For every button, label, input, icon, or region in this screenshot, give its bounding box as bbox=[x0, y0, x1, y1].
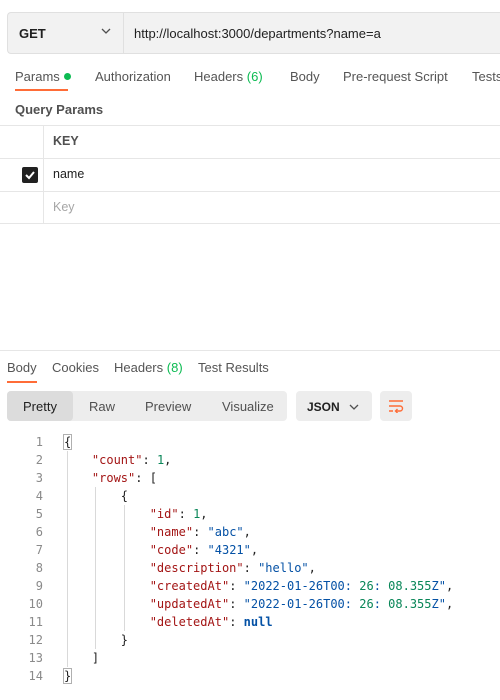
chevron-down-icon bbox=[349, 404, 359, 410]
code-text: "updatedAt": "2022-01-26T00: 26: 08.355Z… bbox=[149, 597, 454, 611]
line-number: 11 bbox=[28, 615, 43, 629]
code-text: "createdAt": "2022-01-26T00: 26: 08.355Z… bbox=[149, 579, 454, 593]
line-number: 7 bbox=[35, 543, 43, 557]
wrap-lines-icon bbox=[389, 400, 404, 413]
line-number: 5 bbox=[35, 507, 43, 521]
code-line: 6 "name": "abc", bbox=[0, 523, 500, 541]
raw-button[interactable]: Raw bbox=[89, 399, 115, 414]
column-divider bbox=[43, 126, 44, 158]
query-params-title: Query Params bbox=[15, 102, 104, 117]
line-number: 14 bbox=[28, 669, 43, 683]
code-line: 13 ] bbox=[0, 649, 500, 667]
code-text: } bbox=[63, 668, 73, 684]
code-line: 3 "rows": [ bbox=[0, 469, 500, 487]
column-divider bbox=[43, 192, 44, 223]
code-text: "code": "4321", bbox=[149, 543, 259, 557]
line-number: 4 bbox=[35, 489, 43, 503]
url-input[interactable]: http://localhost:3000/departments?name=a bbox=[124, 13, 500, 53]
line-number: 10 bbox=[28, 597, 43, 611]
response-tabs: Body Cookies Headers (8) Test Results bbox=[0, 358, 500, 382]
code-text: { bbox=[63, 434, 73, 450]
url-text: http://localhost:3000/departments?name=a bbox=[134, 25, 381, 41]
active-tab-underline bbox=[15, 89, 68, 91]
response-tab-cookies[interactable]: Cookies bbox=[52, 360, 99, 375]
indent-guide bbox=[95, 487, 96, 649]
pretty-button[interactable]: Pretty bbox=[23, 399, 57, 414]
param-checkbox[interactable] bbox=[22, 167, 38, 183]
code-text: "rows": [ bbox=[91, 471, 157, 485]
response-headers-count: (8) bbox=[166, 360, 183, 375]
response-tab-headers[interactable]: Headers (8) bbox=[114, 360, 183, 375]
tab-params-label: Params bbox=[15, 69, 60, 84]
code-text: "count": 1, bbox=[91, 453, 172, 467]
wrap-lines-button[interactable] bbox=[380, 391, 412, 421]
line-number: 2 bbox=[35, 453, 43, 467]
code-line: 14} bbox=[0, 667, 500, 685]
code-text: "description": "hello", bbox=[149, 561, 316, 575]
new-key-input[interactable]: Key bbox=[53, 200, 75, 214]
preview-button[interactable]: Preview bbox=[145, 399, 191, 414]
response-tab-headers-label: Headers bbox=[114, 360, 164, 375]
code-line: 2 "count": 1, bbox=[0, 451, 500, 469]
response-tab-body[interactable]: Body bbox=[7, 360, 37, 375]
code-line: 5 "id": 1, bbox=[0, 505, 500, 523]
line-number: 12 bbox=[28, 633, 43, 647]
request-tabs: Params Authorization Headers (6) Body Pr… bbox=[0, 64, 500, 90]
tab-body[interactable]: Body bbox=[290, 69, 320, 84]
line-number: 6 bbox=[35, 525, 43, 539]
code-line: 9 "createdAt": "2022-01-26T00: 26: 08.35… bbox=[0, 577, 500, 595]
key-column-header: KEY bbox=[53, 134, 79, 148]
line-number: 13 bbox=[28, 651, 43, 665]
code-text: "name": "abc", bbox=[149, 525, 251, 539]
column-divider bbox=[43, 159, 44, 191]
response-body-viewer[interactable]: 1{2 "count": 1, 3 "rows": [4 {5 "id": 1, 6… bbox=[0, 433, 500, 685]
view-mode-bar: Pretty Raw Preview Visualize bbox=[7, 391, 287, 421]
code-line: 1{ bbox=[0, 433, 500, 451]
code-text: ] bbox=[63, 651, 100, 665]
line-number: 8 bbox=[35, 561, 43, 575]
code-line: 8 "description": "hello", bbox=[0, 559, 500, 577]
query-params-table: KEY name Key bbox=[0, 125, 500, 224]
code-line: 4 { bbox=[0, 487, 500, 505]
code-line: 10 "updatedAt": "2022-01-26T00: 26: 08.3… bbox=[0, 595, 500, 613]
visualize-button[interactable]: Visualize bbox=[222, 399, 274, 414]
param-row-empty: Key bbox=[0, 191, 500, 224]
method-select[interactable]: GET bbox=[8, 13, 124, 53]
param-row: name bbox=[0, 158, 500, 191]
tab-pre-request-script[interactable]: Pre-request Script bbox=[343, 69, 448, 84]
headers-count: (6) bbox=[246, 69, 263, 84]
indent-guide bbox=[124, 505, 125, 631]
tab-headers[interactable]: Headers (6) bbox=[194, 69, 263, 84]
line-number: 3 bbox=[35, 471, 43, 485]
params-active-dot bbox=[63, 73, 71, 80]
method-label: GET bbox=[19, 25, 46, 41]
checkmark-icon bbox=[25, 171, 35, 180]
line-number: 9 bbox=[35, 579, 43, 593]
response-tab-test-results[interactable]: Test Results bbox=[198, 360, 269, 375]
indent-guide bbox=[67, 451, 68, 667]
format-select[interactable]: JSON bbox=[296, 391, 372, 421]
code-line: 11 "deletedAt": null bbox=[0, 613, 500, 631]
tab-authorization[interactable]: Authorization bbox=[95, 69, 171, 84]
tab-headers-label: Headers bbox=[194, 69, 244, 84]
code-line: 7 "code": "4321", bbox=[0, 541, 500, 559]
response-active-tab-underline bbox=[7, 381, 37, 383]
code-text: "id": 1, bbox=[149, 507, 208, 521]
line-number: 1 bbox=[35, 435, 43, 449]
format-label: JSON bbox=[307, 400, 340, 414]
params-header-row: KEY bbox=[0, 125, 500, 158]
code-line: 12 } bbox=[0, 631, 500, 649]
chevron-down-icon bbox=[101, 28, 111, 34]
response-divider bbox=[0, 350, 500, 351]
param-key-field[interactable]: name bbox=[53, 167, 84, 181]
tab-params[interactable]: Params bbox=[15, 69, 71, 84]
url-bar: GET http://localhost:3000/departments?na… bbox=[7, 12, 500, 54]
tab-tests[interactable]: Tests bbox=[472, 69, 500, 84]
